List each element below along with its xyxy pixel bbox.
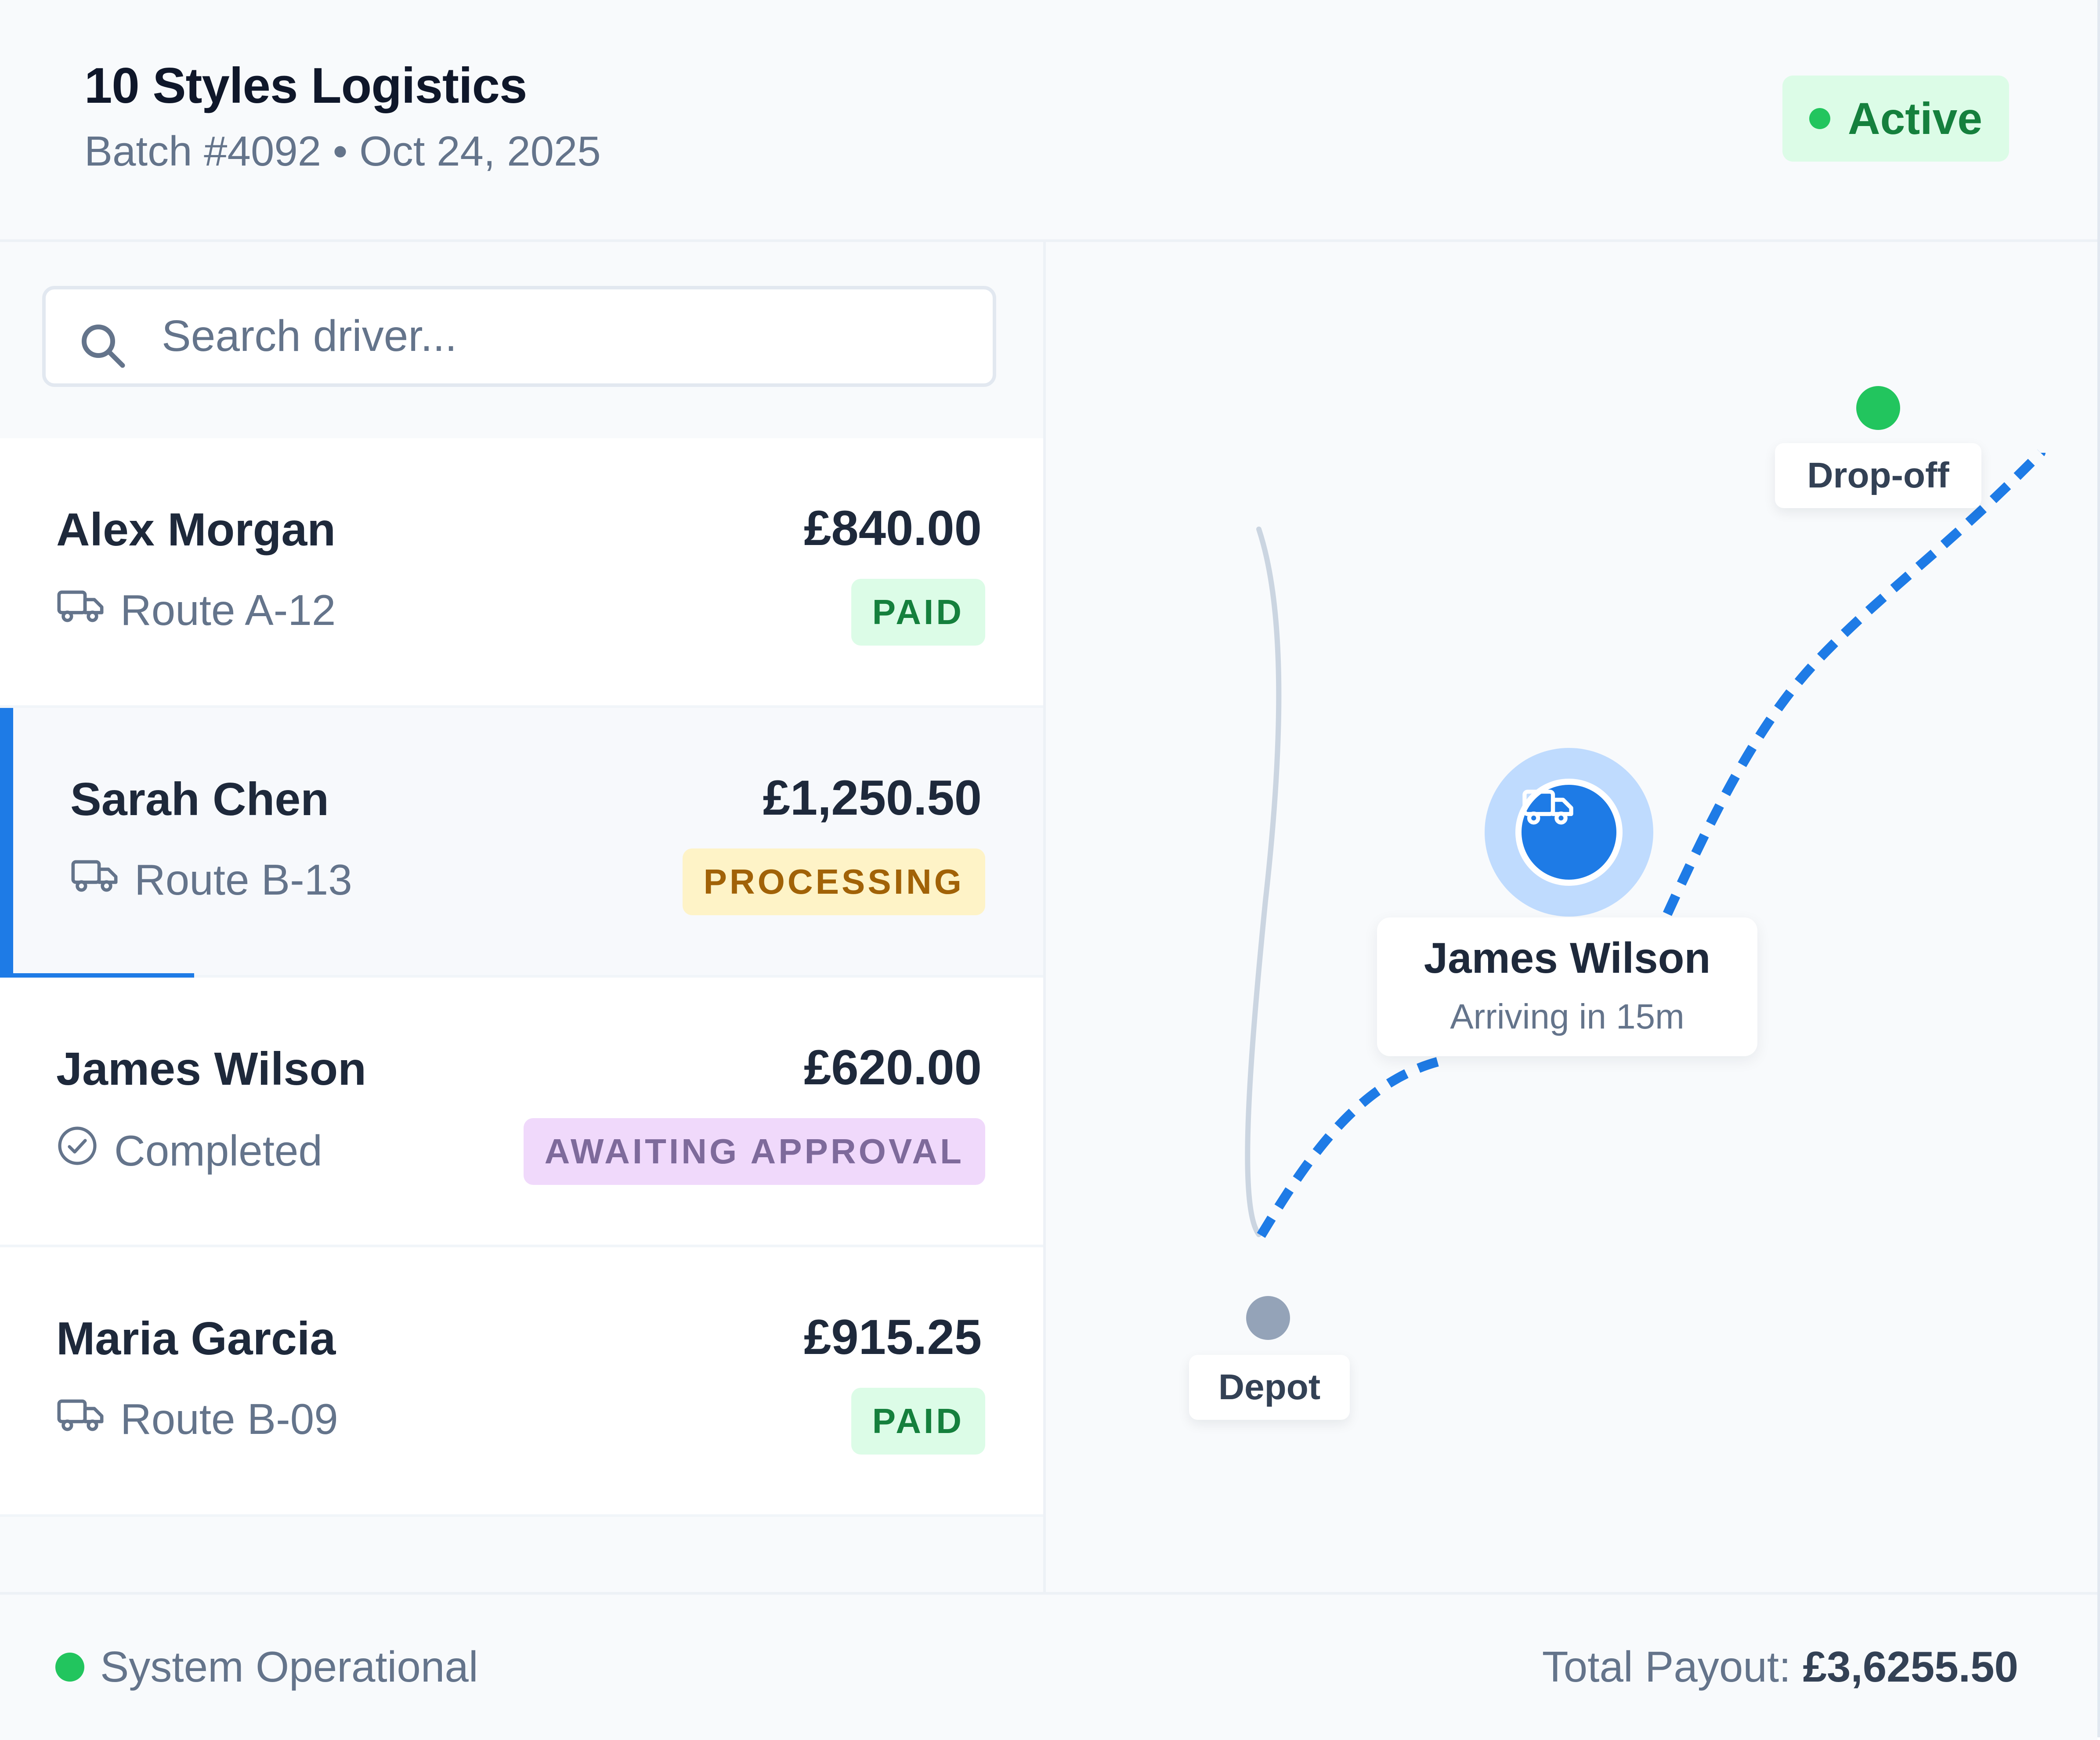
driver-row-james-wilson[interactable]: James Wilson £620.00 Completed AWAITING … — [0, 978, 1043, 1247]
total-payout: Total Payout: £3,6255.50 — [1542, 1642, 2018, 1692]
route-map[interactable]: Drop-off Depot James Wilson Arriving in … — [1046, 242, 2097, 1592]
depot-marker[interactable] — [1246, 1296, 1290, 1340]
driver-tooltip: James Wilson Arriving in 15m — [1377, 917, 1757, 1056]
driver-name: Maria Garcia — [56, 1313, 336, 1365]
route-label: Route B-09 — [120, 1395, 338, 1443]
truck-icon — [56, 1394, 105, 1444]
selected-indicator — [0, 708, 13, 975]
driver-eta: Arriving in 15m — [1450, 997, 1684, 1036]
driver-amount: £620.00 — [804, 1040, 982, 1095]
depot-label: Depot — [1189, 1355, 1350, 1420]
driver-route: Route B-13 — [70, 855, 352, 905]
route-label: Route A-12 — [120, 586, 336, 634]
driver-route: Route A-12 — [56, 585, 336, 635]
status-dot-icon — [55, 1652, 84, 1682]
driver-amount: £1,250.50 — [763, 770, 982, 825]
driver-row-sarah-chen[interactable]: Sarah Chen £1,250.50 Route B-13 PROCESSI… — [0, 708, 1043, 978]
footer: System Operational Total Payout: £3,6255… — [0, 1592, 2097, 1740]
road-line — [1245, 527, 1282, 1237]
driver-route: Route B-09 — [56, 1394, 338, 1444]
total-payout-label: Total Payout: — [1542, 1643, 1791, 1691]
header: 10 Styles Logistics Batch #4092 • Oct 24… — [0, 0, 2097, 242]
dropoff-marker[interactable] — [1856, 386, 1900, 430]
search-icon — [76, 319, 129, 374]
driver-row-alex-morgan[interactable]: Alex Morgan £840.00 Route A-12 PAID — [0, 438, 1043, 708]
total-payout-value: £3,6255.50 — [1803, 1643, 2018, 1691]
driver-list: Alex Morgan £840.00 Route A-12 PAID Sara… — [0, 438, 1043, 1517]
payment-status-badge: PAID — [851, 579, 985, 646]
route-label: Completed — [114, 1126, 322, 1175]
batch-info: Batch #4092 • Oct 24, 2025 — [84, 128, 601, 175]
dropoff-label: Drop-off — [1775, 443, 1981, 508]
system-status: System Operational — [55, 1642, 478, 1692]
status-badge: Active — [1782, 76, 2009, 162]
selected-underline — [0, 973, 194, 978]
driver-amount: £915.25 — [804, 1310, 982, 1365]
brand-title: 10 Styles Logistics — [84, 58, 527, 114]
driver-panel: Alex Morgan £840.00 Route A-12 PAID — [0, 242, 1046, 1592]
search-box[interactable] — [42, 286, 996, 387]
driver-row-maria-garcia[interactable]: Maria Garcia £915.25 Route B-09 PAID — [0, 1247, 1043, 1517]
driver-amount: £840.00 — [804, 501, 982, 556]
driver-name: James Wilson — [56, 1043, 366, 1095]
check-circle-icon — [56, 1125, 98, 1177]
search-input[interactable] — [161, 303, 980, 369]
payment-status-badge: PAID — [851, 1388, 985, 1455]
payment-status-badge: AWAITING APPROVAL — [523, 1118, 985, 1185]
route-to-driver — [1257, 1054, 1451, 1238]
system-status-label: System Operational — [100, 1643, 478, 1691]
status-dot-icon — [1809, 108, 1830, 129]
logistics-card: 10 Styles Logistics Batch #4092 • Oct 24… — [0, 0, 2100, 1740]
route-to-dropoff — [1663, 449, 2044, 916]
truck-icon — [70, 855, 119, 905]
driver-tooltip-name: James Wilson — [1424, 934, 1711, 982]
status-label: Active — [1847, 93, 1983, 144]
route-label: Route B-13 — [134, 856, 352, 904]
driver-name: Sarah Chen — [70, 773, 329, 825]
truck-icon — [56, 585, 105, 635]
driver-location-marker[interactable] — [1515, 779, 1623, 886]
driver-route: Completed — [56, 1125, 322, 1177]
driver-name: Alex Morgan — [56, 504, 336, 556]
payment-status-badge: PROCESSING — [682, 848, 985, 915]
